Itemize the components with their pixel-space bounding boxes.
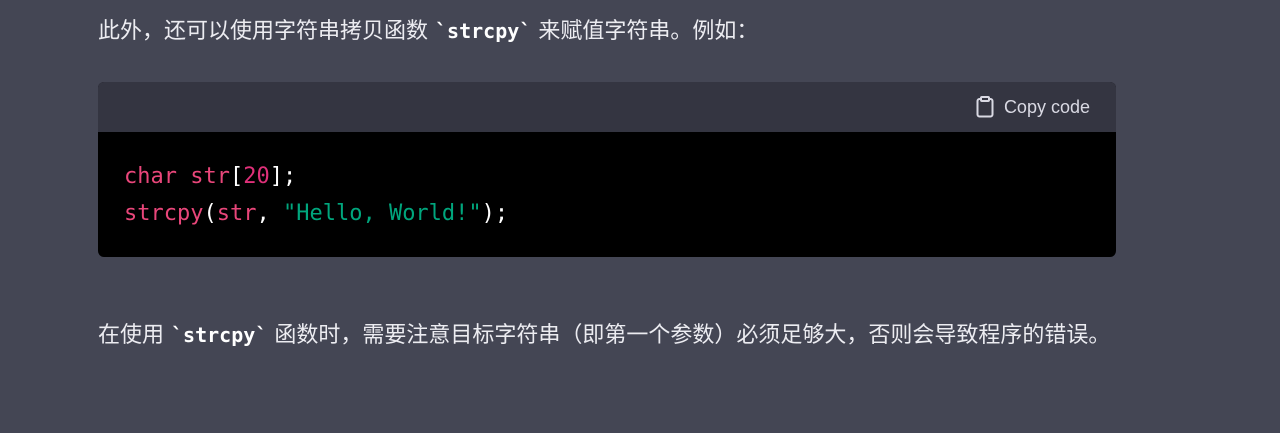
code-paren-open: ( (203, 201, 217, 226)
code-content: char str[20]; strcpy(str, "Hello, World!"… (124, 158, 508, 232)
note-text-after: 函数时，需要注意目标字符串（即第一个参数）必须足够大，否则会导致程序的错误。 (267, 323, 1111, 348)
code-number: 20 (243, 164, 270, 189)
intro-paragraph: 此外，还可以使用字符串拷贝函数 `strcpy` 来赋值字符串。例如： (98, 9, 1138, 54)
code-block-header: Copy code (98, 82, 1116, 132)
copy-code-label: Copy code (1003, 96, 1090, 117)
code-bracket-open: [ (229, 164, 244, 189)
intro-text-before: 此外，还可以使用字符串拷贝函数 (98, 19, 435, 44)
code-string-literal: "Hello, World!" (282, 201, 482, 226)
code-function-name: strcpy (124, 201, 204, 226)
note-text-before: 在使用 (98, 323, 171, 348)
inline-code-strcpy-note: `strcpy` (171, 323, 268, 347)
code-paren-close: ); (481, 201, 509, 226)
intro-text-after: 来赋值字符串。例如： (531, 19, 759, 44)
code-type-keyword: char (124, 164, 177, 189)
code-line-2: strcpy(str, "Hello, World!"); (124, 195, 508, 232)
copy-code-button[interactable]: Copy code (976, 95, 1090, 119)
note-paragraph: 在使用 `strcpy` 函数时，需要注意目标字符串（即第一个参数）必须足够大，… (98, 313, 1138, 358)
code-argument: str (216, 201, 257, 226)
clipboard-icon (976, 96, 994, 118)
code-block: Copy code char str[20]; strcpy(str, "Hell… (98, 82, 1116, 257)
code-bracket-close: ]; (269, 164, 297, 189)
code-variable: str (190, 164, 230, 189)
inline-code-strcpy: `strcpy` (435, 19, 532, 43)
code-line-1: char str[20]; (124, 158, 508, 195)
code-comma: , (256, 201, 283, 226)
